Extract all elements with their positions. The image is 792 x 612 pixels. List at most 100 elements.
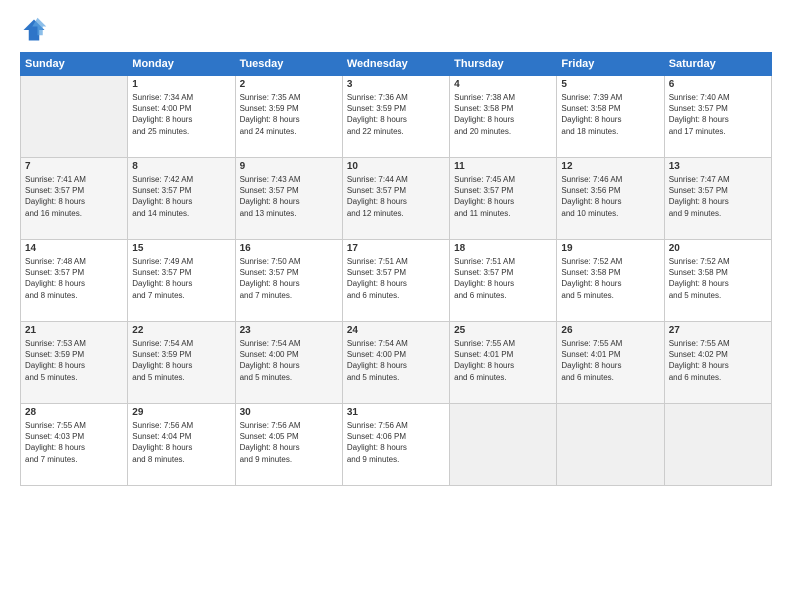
weekday-header: Friday [557, 53, 664, 76]
calendar-day-cell: 12 Sunrise: 7:46 AM Sunset: 3:56 PM Dayli… [557, 158, 664, 240]
calendar-day-cell: 6 Sunrise: 7:40 AM Sunset: 3:57 PM Daylig… [664, 76, 771, 158]
day-info: Sunrise: 7:47 AM Sunset: 3:57 PM Dayligh… [669, 174, 767, 219]
day-number: 16 [240, 243, 338, 254]
day-number: 7 [25, 161, 123, 172]
day-info: Sunrise: 7:52 AM Sunset: 3:58 PM Dayligh… [561, 256, 659, 301]
day-number: 15 [132, 243, 230, 254]
day-info: Sunrise: 7:56 AM Sunset: 4:06 PM Dayligh… [347, 420, 445, 465]
calendar-week-row: 14Sunrise: 7:48 AM Sunset: 3:57 PM Dayli… [21, 240, 772, 322]
day-number: 29 [132, 407, 230, 418]
day-info: Sunrise: 7:50 AM Sunset: 3:57 PM Dayligh… [240, 256, 338, 301]
day-info: Sunrise: 7:51 AM Sunset: 3:57 PM Dayligh… [454, 256, 552, 301]
calendar-day-cell: 21Sunrise: 7:53 AM Sunset: 3:59 PM Dayli… [21, 322, 128, 404]
calendar-day-cell: 13 Sunrise: 7:47 AM Sunset: 3:57 PM Dayli… [664, 158, 771, 240]
calendar-day-cell: 26 Sunrise: 7:55 AM Sunset: 4:01 PM Dayli… [557, 322, 664, 404]
calendar-day-cell: 10 Sunrise: 7:44 AM Sunset: 3:57 PM Dayli… [342, 158, 449, 240]
calendar-day-cell: 16 Sunrise: 7:50 AM Sunset: 3:57 PM Dayli… [235, 240, 342, 322]
day-info: Sunrise: 7:54 AM Sunset: 4:00 PM Dayligh… [240, 338, 338, 383]
weekday-header: Sunday [21, 53, 128, 76]
day-info: Sunrise: 7:56 AM Sunset: 4:05 PM Dayligh… [240, 420, 338, 465]
header [20, 16, 772, 44]
day-info: Sunrise: 7:36 AM Sunset: 3:59 PM Dayligh… [347, 92, 445, 137]
day-number: 24 [347, 325, 445, 336]
header-row: SundayMondayTuesdayWednesdayThursdayFrid… [21, 53, 772, 76]
day-number: 17 [347, 243, 445, 254]
calendar-day-cell [664, 404, 771, 486]
calendar-day-cell: 4 Sunrise: 7:38 AM Sunset: 3:58 PM Daylig… [450, 76, 557, 158]
day-info: Sunrise: 7:55 AM Sunset: 4:02 PM Dayligh… [669, 338, 767, 383]
calendar-day-cell: 18 Sunrise: 7:51 AM Sunset: 3:57 PM Dayli… [450, 240, 557, 322]
day-info: Sunrise: 7:46 AM Sunset: 3:56 PM Dayligh… [561, 174, 659, 219]
calendar-week-row: 21Sunrise: 7:53 AM Sunset: 3:59 PM Dayli… [21, 322, 772, 404]
day-info: Sunrise: 7:45 AM Sunset: 3:57 PM Dayligh… [454, 174, 552, 219]
day-number: 22 [132, 325, 230, 336]
day-info: Sunrise: 7:55 AM Sunset: 4:01 PM Dayligh… [561, 338, 659, 383]
calendar-day-cell: 28 Sunrise: 7:55 AM Sunset: 4:03 PM Dayli… [21, 404, 128, 486]
calendar-day-cell: 30 Sunrise: 7:56 AM Sunset: 4:05 PM Dayli… [235, 404, 342, 486]
day-number: 26 [561, 325, 659, 336]
day-info: Sunrise: 7:41 AM Sunset: 3:57 PM Dayligh… [25, 174, 123, 219]
day-number: 19 [561, 243, 659, 254]
calendar-day-cell: 25 Sunrise: 7:55 AM Sunset: 4:01 PM Dayli… [450, 322, 557, 404]
calendar-day-cell: 11 Sunrise: 7:45 AM Sunset: 3:57 PM Dayli… [450, 158, 557, 240]
calendar-day-cell [21, 76, 128, 158]
day-info: Sunrise: 7:39 AM Sunset: 3:58 PM Dayligh… [561, 92, 659, 137]
calendar-table: SundayMondayTuesdayWednesdayThursdayFrid… [20, 52, 772, 486]
day-info: Sunrise: 7:34 AM Sunset: 4:00 PM Dayligh… [132, 92, 230, 137]
weekday-header: Thursday [450, 53, 557, 76]
calendar-day-cell: 22Sunrise: 7:54 AM Sunset: 3:59 PM Dayli… [128, 322, 235, 404]
day-number: 1 [132, 79, 230, 90]
logo [20, 16, 52, 44]
weekday-header: Monday [128, 53, 235, 76]
day-number: 31 [347, 407, 445, 418]
day-number: 6 [669, 79, 767, 90]
day-number: 11 [454, 161, 552, 172]
calendar-day-cell: 5 Sunrise: 7:39 AM Sunset: 3:58 PM Daylig… [557, 76, 664, 158]
day-number: 12 [561, 161, 659, 172]
weekday-header: Wednesday [342, 53, 449, 76]
calendar-week-row: 7 Sunrise: 7:41 AM Sunset: 3:57 PM Daylig… [21, 158, 772, 240]
day-info: Sunrise: 7:55 AM Sunset: 4:01 PM Dayligh… [454, 338, 552, 383]
day-number: 4 [454, 79, 552, 90]
calendar-day-cell: 31 Sunrise: 7:56 AM Sunset: 4:06 PM Dayli… [342, 404, 449, 486]
day-number: 13 [669, 161, 767, 172]
day-info: Sunrise: 7:43 AM Sunset: 3:57 PM Dayligh… [240, 174, 338, 219]
day-number: 27 [669, 325, 767, 336]
day-info: Sunrise: 7:55 AM Sunset: 4:03 PM Dayligh… [25, 420, 123, 465]
calendar-day-cell: 27 Sunrise: 7:55 AM Sunset: 4:02 PM Dayli… [664, 322, 771, 404]
day-info: Sunrise: 7:42 AM Sunset: 3:57 PM Dayligh… [132, 174, 230, 219]
logo-icon [20, 16, 48, 44]
day-info: Sunrise: 7:44 AM Sunset: 3:57 PM Dayligh… [347, 174, 445, 219]
day-number: 20 [669, 243, 767, 254]
day-number: 8 [132, 161, 230, 172]
day-number: 18 [454, 243, 552, 254]
calendar-day-cell: 29Sunrise: 7:56 AM Sunset: 4:04 PM Dayli… [128, 404, 235, 486]
day-number: 21 [25, 325, 123, 336]
calendar-day-cell: 23Sunrise: 7:54 AM Sunset: 4:00 PM Dayli… [235, 322, 342, 404]
calendar-day-cell: 7 Sunrise: 7:41 AM Sunset: 3:57 PM Daylig… [21, 158, 128, 240]
calendar-day-cell: 19 Sunrise: 7:52 AM Sunset: 3:58 PM Dayli… [557, 240, 664, 322]
calendar-day-cell: 2Sunrise: 7:35 AM Sunset: 3:59 PM Daylig… [235, 76, 342, 158]
day-number: 25 [454, 325, 552, 336]
calendar-day-cell: 3 Sunrise: 7:36 AM Sunset: 3:59 PM Daylig… [342, 76, 449, 158]
weekday-header: Saturday [664, 53, 771, 76]
day-number: 30 [240, 407, 338, 418]
day-number: 5 [561, 79, 659, 90]
calendar-day-cell: 20Sunrise: 7:52 AM Sunset: 3:58 PM Dayli… [664, 240, 771, 322]
calendar-day-cell: 9Sunrise: 7:43 AM Sunset: 3:57 PM Daylig… [235, 158, 342, 240]
day-number: 3 [347, 79, 445, 90]
calendar-week-row: 1 Sunrise: 7:34 AM Sunset: 4:00 PM Daylig… [21, 76, 772, 158]
day-number: 28 [25, 407, 123, 418]
calendar-day-cell: 24 Sunrise: 7:54 AM Sunset: 4:00 PM Dayli… [342, 322, 449, 404]
calendar-day-cell [557, 404, 664, 486]
calendar-day-cell [450, 404, 557, 486]
day-number: 10 [347, 161, 445, 172]
day-info: Sunrise: 7:54 AM Sunset: 4:00 PM Dayligh… [347, 338, 445, 383]
calendar-day-cell: 15Sunrise: 7:49 AM Sunset: 3:57 PM Dayli… [128, 240, 235, 322]
calendar-week-row: 28 Sunrise: 7:55 AM Sunset: 4:03 PM Dayli… [21, 404, 772, 486]
day-info: Sunrise: 7:40 AM Sunset: 3:57 PM Dayligh… [669, 92, 767, 137]
day-info: Sunrise: 7:48 AM Sunset: 3:57 PM Dayligh… [25, 256, 123, 301]
day-info: Sunrise: 7:38 AM Sunset: 3:58 PM Dayligh… [454, 92, 552, 137]
calendar-day-cell: 17Sunrise: 7:51 AM Sunset: 3:57 PM Dayli… [342, 240, 449, 322]
day-number: 2 [240, 79, 338, 90]
